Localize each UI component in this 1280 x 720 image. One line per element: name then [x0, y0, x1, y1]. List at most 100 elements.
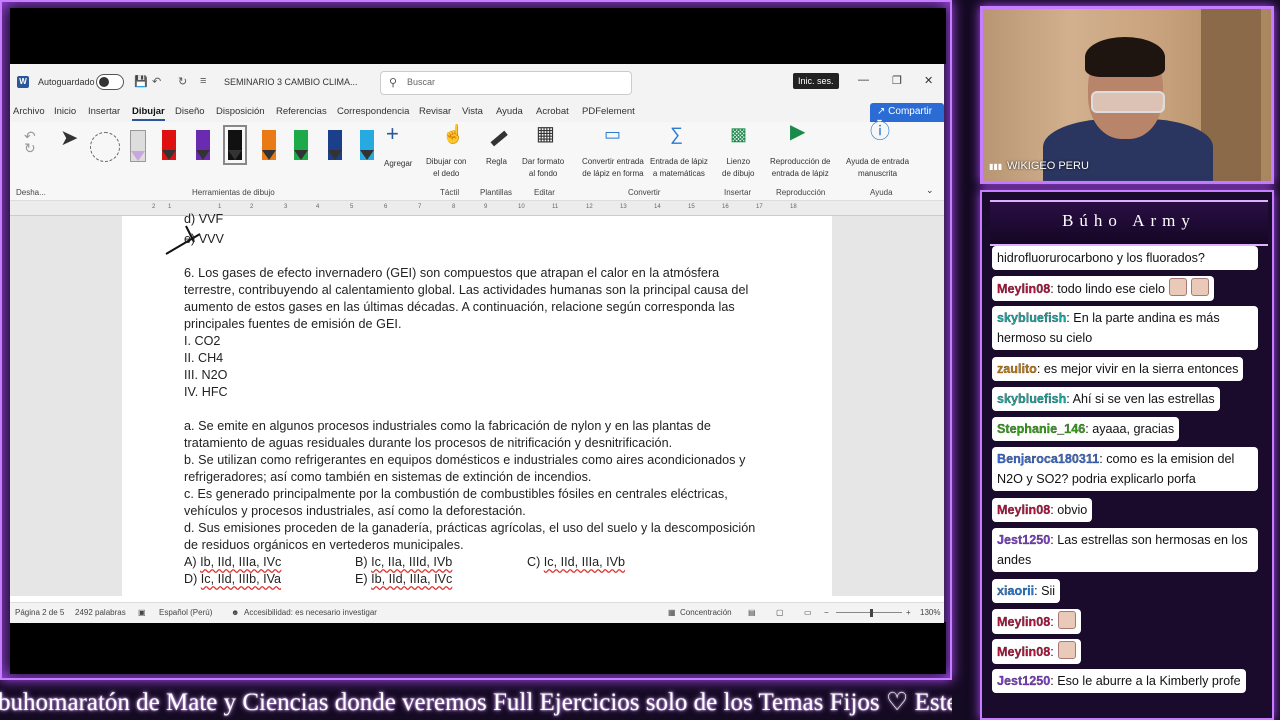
close-icon[interactable]: ✕ — [924, 74, 933, 87]
page-count[interactable]: Página 2 de 5 — [15, 608, 64, 617]
tab-vista[interactable]: Vista — [462, 106, 483, 117]
insert-group-label: Insertar — [724, 188, 752, 197]
question-line: terrestre, contribuyendo al calentamient… — [184, 283, 749, 297]
chat-message: Jest1250: Eso le aburre a la Kimberly pr… — [992, 669, 1246, 693]
add-pen-label[interactable]: Agregar — [384, 158, 412, 170]
chat-header: Búho Army — [990, 200, 1268, 246]
proofing-icon[interactable]: ▣ — [138, 608, 146, 617]
tab-dibujar[interactable]: Dibujar — [132, 106, 165, 121]
tab-pdfelement[interactable]: PDFelement — [582, 106, 635, 117]
sign-in-button[interactable]: Inic. ses. — [793, 73, 839, 89]
pen-lightblue[interactable] — [360, 130, 374, 160]
focus-mode[interactable]: Concentración — [680, 608, 732, 617]
zoom-level[interactable]: 130% — [920, 608, 940, 617]
tab-correspondencia[interactable]: Correspondencia — [337, 106, 409, 117]
tools-group-label: Herramientas de dibujo — [192, 188, 275, 197]
document-page[interactable]: d) VVF e) VVV 6. Los gases de efecto inv… — [122, 212, 832, 596]
search-box[interactable]: ⚲ Buscar — [380, 71, 632, 95]
add-pen-icon[interactable]: + — [386, 123, 399, 145]
pen-red[interactable] — [162, 130, 176, 160]
customize-qat-icon[interactable]: ≡ — [200, 75, 206, 87]
ink-math-label[interactable]: Entrada de lápiz a matemáticas — [650, 156, 708, 180]
tab-ayuda[interactable]: Ayuda — [496, 106, 523, 117]
redo-icon[interactable]: ↻ — [178, 75, 187, 88]
tab-archivo[interactable]: Archivo — [13, 106, 45, 117]
autosave-toggle[interactable] — [96, 74, 124, 90]
tab-referencias[interactable]: Referencias — [276, 106, 327, 117]
tab-insertar[interactable]: Insertar — [88, 106, 120, 117]
edit-group-label: Editar — [534, 188, 555, 197]
gas-item: II. CH4 — [184, 351, 224, 365]
minimize-icon[interactable]: — — [858, 74, 869, 86]
help-ink-icon[interactable]: ⓘ — [870, 122, 890, 142]
tab-diseno[interactable]: Diseño — [175, 106, 205, 117]
replay-icon[interactable]: ▶ — [790, 122, 805, 142]
signal-bars-icon: ▮▮▮ — [989, 162, 1003, 171]
draw-finger-label[interactable]: Dibujar con el dedo — [426, 156, 466, 180]
answer-option-d: D) Ic, IId, IIIb, IVa — [184, 572, 282, 586]
zoom-slider[interactable] — [836, 612, 902, 613]
background-label[interactable]: Dar formato al fondo — [522, 156, 564, 180]
tab-disposicion[interactable]: Disposición — [216, 106, 265, 117]
ruler-label[interactable]: Regla — [486, 156, 507, 168]
help-ink-label[interactable]: Ayuda de entrada manuscrita — [846, 156, 909, 180]
zoom-out-icon[interactable]: − — [824, 608, 829, 617]
document-area: d) VVF e) VVV 6. Los gases de efecto inv… — [10, 212, 944, 596]
word-app-icon: W — [17, 76, 29, 88]
tab-acrobat[interactable]: Acrobat — [536, 106, 569, 117]
word-count[interactable]: 2492 palabras — [75, 608, 126, 617]
chat-message: Meylin08: — [992, 639, 1081, 664]
statement-line: d. Sus emisiones proceden de la ganaderí… — [184, 521, 756, 535]
chat-message: Stephanie_146: ayaaa, gracias — [992, 417, 1180, 441]
chat-message: Meylin08: — [992, 609, 1081, 634]
horizontal-ruler: 2 1 1 2 3 4 5 6 7 8 9 10 11 12 13 14 15 … — [10, 201, 944, 216]
webcam-panel: ▮▮▮ WIKIGEO PERU — [980, 6, 1274, 184]
ribbon-collapse-icon[interactable]: ⌄ — [926, 184, 934, 196]
pen-blue[interactable] — [328, 130, 342, 160]
convert-shape-label[interactable]: Convertir entrada de lápiz en forma — [582, 156, 644, 180]
undo-ink-icon[interactable]: ↶ ↻ — [24, 129, 36, 155]
question-line: principales fuentes de emisión de GEI. — [184, 317, 402, 331]
search-icon: ⚲ — [389, 77, 398, 89]
eraser-pen[interactable] — [130, 130, 146, 162]
replay-label[interactable]: Reproducción de entrada de lápiz — [770, 156, 830, 180]
convert-group-label: Convertir — [628, 188, 661, 197]
document-name[interactable]: SEMINARIO 3 CAMBIO CLIMA... — [224, 77, 358, 87]
title-bar: W Autoguardado 💾 ↶ ↻ ≡ SEMINARIO 3 CAMBI… — [10, 64, 944, 100]
restore-icon[interactable]: ❐ — [892, 74, 902, 87]
ink-math-icon[interactable]: ∑ — [670, 125, 683, 143]
autosave-label: Autoguardado — [38, 77, 95, 87]
zoom-slider-knob[interactable] — [870, 609, 873, 617]
zoom-in-icon[interactable]: + — [906, 608, 911, 617]
question-line: aumento de estos gases en las últimas dé… — [184, 300, 735, 314]
highlighter-green[interactable] — [294, 130, 308, 160]
tab-inicio[interactable]: Inicio — [54, 106, 76, 117]
gas-item: I. CO2 — [184, 334, 221, 348]
undo-icon[interactable]: ↶ — [152, 75, 161, 88]
ruler-icon[interactable]: ▬ — [484, 123, 511, 150]
print-layout-icon[interactable]: ▢ — [776, 608, 784, 617]
chat-message: hidrofluorurocarbono y los fluorados? — [992, 246, 1258, 270]
convert-shape-icon[interactable]: ▭ — [604, 125, 621, 143]
background-icon[interactable]: ▦ — [536, 124, 555, 144]
canvas-icon[interactable]: ▩ — [730, 125, 747, 143]
read-mode-icon[interactable]: ▤ — [748, 608, 756, 617]
focus-icon: ▦ — [668, 608, 676, 617]
pen-orange[interactable] — [262, 130, 276, 160]
canvas-label[interactable]: Lienzo de dibujo — [722, 156, 754, 180]
chat-message: zaulito: es mejor vivir en la sierra ent… — [992, 357, 1244, 381]
draw-finger-icon[interactable]: ☝ — [442, 125, 464, 143]
web-layout-icon[interactable]: ▭ — [804, 608, 812, 617]
save-icon[interactable]: 💾 — [134, 75, 148, 88]
screen-share-frame: W Autoguardado 💾 ↶ ↻ ≡ SEMINARIO 3 CAMBI… — [0, 0, 952, 680]
share-label: Compartir — [888, 106, 933, 117]
select-arrow-icon[interactable]: ➤ — [60, 127, 78, 149]
accessibility-status[interactable]: Accesibilidad: es necesario investigar — [244, 608, 377, 617]
status-bar: Página 2 de 5 2492 palabras ▣ Español (P… — [10, 602, 944, 623]
pen-purple[interactable] — [196, 130, 210, 160]
lasso-icon[interactable] — [90, 132, 120, 162]
language[interactable]: Español (Perú) — [159, 608, 212, 617]
tab-revisar[interactable]: Revisar — [419, 106, 451, 117]
statement-line: c. Es generado principalmente por la com… — [184, 487, 728, 501]
pen-black[interactable] — [223, 125, 247, 165]
